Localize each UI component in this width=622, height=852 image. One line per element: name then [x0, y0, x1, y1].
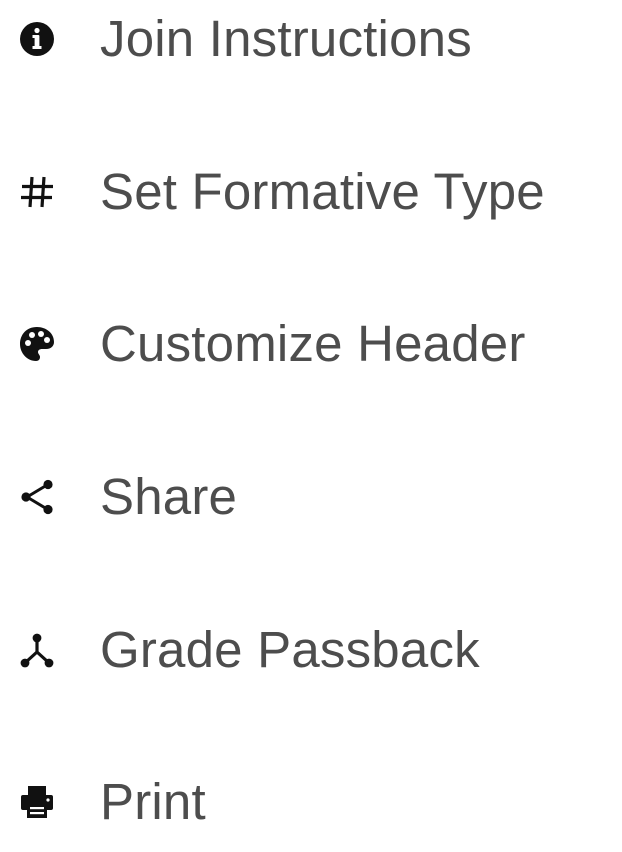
menu-item-label: Print — [100, 773, 206, 830]
menu-item-print[interactable]: Print — [0, 752, 622, 852]
menu-item-label: Grade Passback — [100, 621, 480, 678]
actions-menu: Join Instructions Set Formative Type Cus… — [0, 0, 622, 830]
menu-item-label: Set Formative Type — [100, 163, 545, 220]
menu-item-label: Customize Header — [100, 315, 526, 372]
info-circle-icon — [12, 14, 62, 64]
grade-passback-icon — [12, 625, 62, 675]
menu-item-customize-header[interactable]: Customize Header — [0, 294, 622, 394]
menu-item-set-formative-type[interactable]: Set Formative Type — [0, 142, 622, 242]
hash-icon — [12, 167, 62, 217]
share-icon — [12, 472, 62, 522]
menu-item-join-instructions[interactable]: Join Instructions — [0, 0, 622, 89]
menu-item-share[interactable]: Share — [0, 447, 622, 547]
printer-icon — [12, 777, 62, 827]
menu-item-label: Join Instructions — [100, 10, 472, 67]
menu-item-label: Share — [100, 468, 238, 525]
menu-item-grade-passback[interactable]: Grade Passback — [0, 600, 622, 700]
palette-icon — [12, 319, 62, 369]
